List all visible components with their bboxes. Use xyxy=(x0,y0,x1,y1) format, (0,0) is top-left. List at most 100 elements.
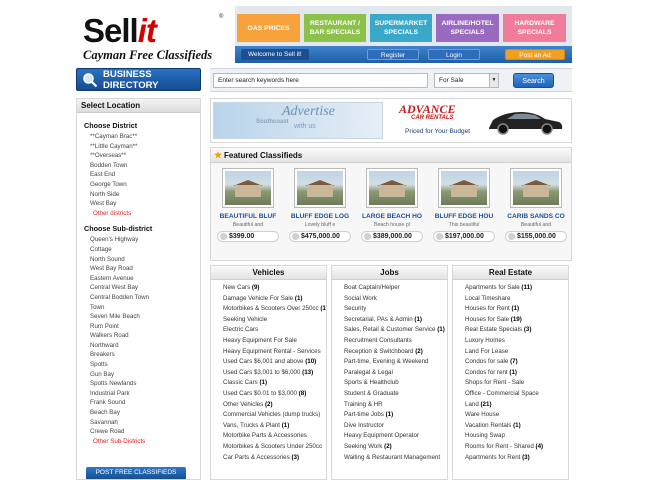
category-title[interactable]: Vehicles xyxy=(211,266,326,280)
listing-thumbnail[interactable] xyxy=(222,168,274,208)
district-link[interactable]: **Cayman Brac** xyxy=(90,132,200,142)
category-link[interactable]: Apartments for Rent (3) xyxy=(465,453,568,464)
subdistrict-link[interactable]: Gun Bay xyxy=(90,370,200,380)
category-link[interactable]: Vacation Rentals (1) xyxy=(465,421,568,432)
category-title[interactable]: Jobs xyxy=(332,266,447,280)
subdistrict-link[interactable]: Central West Bay xyxy=(90,283,200,293)
category-link[interactable]: Shops for Rent - Sale xyxy=(465,378,568,389)
business-directory-button[interactable]: BUSINESS DIRECTORY xyxy=(76,68,201,91)
listing-title[interactable]: BEAUTIFUL BLUF xyxy=(214,213,282,220)
subdistrict-link[interactable]: Spotts xyxy=(90,360,200,370)
category-link[interactable]: Ware House xyxy=(465,410,568,421)
category-link[interactable]: Condos for sale (7) xyxy=(465,357,568,368)
subdistrict-link[interactable]: Cottage xyxy=(90,245,200,255)
category-link[interactable]: Electric Cars xyxy=(223,325,326,336)
category-link[interactable]: Waiting & Restaurant Management xyxy=(344,453,447,464)
category-link[interactable]: Seeking Vehicle xyxy=(223,315,326,326)
category-link[interactable]: Student & Graduate xyxy=(344,389,447,400)
advertise-banner[interactable]: Advertise Southcoast with us xyxy=(213,102,383,139)
tab-gas-prices[interactable]: GAS PRICES xyxy=(237,14,300,42)
district-link[interactable]: North Side xyxy=(90,190,200,200)
district-link[interactable]: **Overseas** xyxy=(90,151,200,161)
subdistrict-link[interactable]: North Sound xyxy=(90,255,200,265)
subdistrict-link[interactable]: Town xyxy=(90,303,200,313)
category-link[interactable]: Heavy Equipment Rental - Services xyxy=(223,347,326,358)
subdistrict-link[interactable]: Rum Point xyxy=(90,322,200,332)
subdistrict-link[interactable]: Breakers xyxy=(90,350,200,360)
tab-hardware-specials[interactable]: HARDWARE SPECIALS xyxy=(503,14,566,42)
category-link[interactable]: Paralegal & Legal xyxy=(344,368,447,379)
category-link[interactable]: Part-time, Evening & Weekend xyxy=(344,357,447,368)
category-select[interactable]: For Sale ▼ xyxy=(434,73,499,88)
category-link[interactable]: New Cars (9) xyxy=(223,283,326,294)
featured-card[interactable]: BEAUTIFUL BLUF Beautiful and $399.00 xyxy=(214,166,282,248)
category-link[interactable]: Heavy Equipment Operator xyxy=(344,431,447,442)
post-free-classifieds-button[interactable]: POST FREE CLASSIFIEDS xyxy=(86,467,186,479)
category-link[interactable]: Used Cars $3,001 to $6,000 (13) xyxy=(223,368,326,379)
listing-title[interactable]: BLUFF EDGE LOG xyxy=(286,213,354,220)
category-link[interactable]: Land For Lease xyxy=(465,347,568,358)
listing-thumbnail[interactable] xyxy=(294,168,346,208)
tab-restaurant-bar-specials[interactable]: RESTAURANT / BAR SPECIALS xyxy=(304,14,366,42)
register-button[interactable]: Register xyxy=(367,49,419,60)
listing-thumbnail[interactable] xyxy=(510,168,562,208)
category-link[interactable]: Car Parts & Accessories (3) xyxy=(223,453,326,464)
site-logo[interactable]: Sellit ® Cayman Free Classifieds xyxy=(79,12,229,68)
category-link[interactable]: Heavy Equipment For Sale xyxy=(223,336,326,347)
subdistrict-link[interactable]: Northward xyxy=(90,341,200,351)
subdistrict-link[interactable]: Queen's Highway xyxy=(90,235,200,245)
category-link[interactable]: Dive Instructor xyxy=(344,421,447,432)
district-link[interactable]: George Town xyxy=(90,180,200,190)
category-link[interactable]: Used Cars $6,001 and above (10) xyxy=(223,357,326,368)
subdistrict-link[interactable]: Crewe Road xyxy=(90,427,200,437)
search-button[interactable]: Search xyxy=(513,73,554,88)
category-link[interactable]: Seeking Work (2) xyxy=(344,442,447,453)
subdistrict-link[interactable]: Seven Mile Beach xyxy=(90,312,200,322)
subdistrict-link[interactable]: Savannah xyxy=(90,418,200,428)
category-link[interactable]: Secretarial, PAs & Admin (1) xyxy=(344,315,447,326)
category-link[interactable]: Recruitment Consultants xyxy=(344,336,447,347)
category-link[interactable]: Sales, Retail & Customer Service (1) xyxy=(344,325,447,336)
category-link[interactable]: Other Vehicles (2) xyxy=(223,400,326,411)
category-link[interactable]: Damage Vehicle For Sale (1) xyxy=(223,294,326,305)
listing-title[interactable]: CARIB SANDS CO xyxy=(502,213,570,220)
listing-thumbnail[interactable] xyxy=(366,168,418,208)
category-link[interactable]: Real Estate Specials (3) xyxy=(465,325,568,336)
listing-thumbnail[interactable] xyxy=(438,168,490,208)
district-link[interactable]: East End xyxy=(90,170,200,180)
category-link[interactable]: Houses for Rent (1) xyxy=(465,304,568,315)
category-link[interactable]: Part-time Jobs (1) xyxy=(344,410,447,421)
category-link[interactable]: Rooms for Rent - Shared (4) xyxy=(465,442,568,453)
category-link[interactable]: Land (21) xyxy=(465,400,568,411)
subdistrict-link[interactable]: Central Bodden Town xyxy=(90,293,200,303)
other-districts-link[interactable]: Other districts xyxy=(90,209,200,219)
post-ad-button[interactable]: Post an Ad xyxy=(505,49,565,60)
category-link[interactable]: Office - Commercial Space xyxy=(465,389,568,400)
category-link[interactable]: Security xyxy=(344,304,447,315)
subdistrict-link[interactable]: West Bay Road xyxy=(90,264,200,274)
category-link[interactable]: Houses for Sale (19) xyxy=(465,315,568,326)
category-link[interactable]: Reception & Switchboard (2) xyxy=(344,347,447,358)
district-link[interactable]: **Little Cayman** xyxy=(90,142,200,152)
search-input[interactable]: Enter search keywords here xyxy=(213,73,428,88)
subdistrict-link[interactable]: Eastern Avenue xyxy=(90,274,200,284)
subdistrict-link[interactable]: Industrial Park xyxy=(90,389,200,399)
category-link[interactable]: Classic Cars (1) xyxy=(223,378,326,389)
category-link[interactable]: Housing Swap xyxy=(465,431,568,442)
category-title[interactable]: Real Estate xyxy=(453,266,568,280)
listing-title[interactable]: BLUFF EDGE HOU xyxy=(430,213,498,220)
district-link[interactable]: West Bay xyxy=(90,199,200,209)
tab-airline-hotel-specials[interactable]: AIRLINE/HOTEL SPECIALS xyxy=(436,14,499,42)
category-link[interactable]: Used Cars $0.01 to $3,000 (8) xyxy=(223,389,326,400)
category-link[interactable]: Commercial Vehicles (dump trucks) xyxy=(223,410,326,421)
category-link[interactable]: Sports & Healthclub xyxy=(344,378,447,389)
category-link[interactable]: Luxury Homes xyxy=(465,336,568,347)
featured-card[interactable]: CARIB SANDS CO Beautiful and $155,000.00 xyxy=(502,166,570,248)
subdistrict-link[interactable]: Frank Sound xyxy=(90,398,200,408)
category-link[interactable]: Apartments for Sale (11) xyxy=(465,283,568,294)
other-subdistricts-link[interactable]: Other Sub-Districts xyxy=(90,437,200,447)
featured-card[interactable]: BLUFF EDGE LOG Lovely bluff e $475,000.00 xyxy=(286,166,354,248)
category-link[interactable]: Condos for rent (1) xyxy=(465,368,568,379)
listing-title[interactable]: LARGE BEACH HO xyxy=(358,213,426,220)
featured-card[interactable]: BLUFF EDGE HOU This beautiful $197,000.00 xyxy=(430,166,498,248)
